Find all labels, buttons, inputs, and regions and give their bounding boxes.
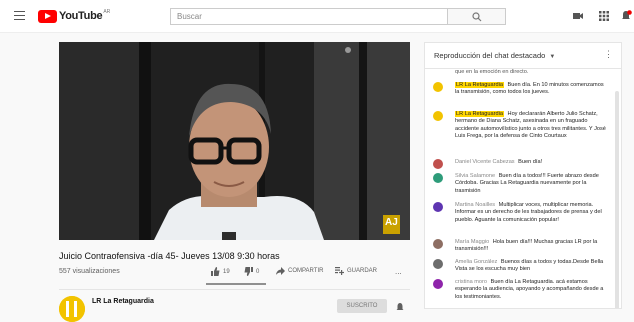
view-count: 557 visualizaciones	[59, 268, 120, 275]
logo-text: YouTube	[59, 10, 103, 22]
youtube-logo[interactable]: YouTube AR	[38, 9, 110, 23]
top-bar: YouTube AR Buscar	[0, 0, 634, 33]
more-actions-button[interactable]: ...	[395, 267, 402, 276]
menu-icon[interactable]	[14, 11, 25, 20]
chat-message: María Maggio Hola buen día!!! Muchas gra…	[433, 239, 609, 254]
chat-author-avatar	[433, 82, 443, 92]
video-player[interactable]: AJ	[59, 42, 410, 240]
chat-message: que en la emoción en directo.	[433, 69, 609, 76]
channel-logo-icon	[59, 296, 85, 322]
chat-author-avatar	[433, 202, 443, 212]
chat-message: Martina Noailles Multiplicar voces, mult…	[433, 202, 609, 224]
chat-message: LR La Retaguardia Hoy declararán Alberto…	[433, 111, 609, 141]
search-input[interactable]: Buscar	[170, 8, 448, 25]
chat-author-name: LR La Retaguardia	[455, 111, 504, 117]
notification-bell-icon[interactable]	[395, 302, 405, 312]
chat-author-name: Silvia Salamone	[455, 173, 496, 179]
youtube-play-icon	[38, 9, 57, 23]
chat-author-avatar	[433, 279, 443, 289]
chat-message: Amelia González Buenos días a todos y to…	[433, 259, 609, 274]
chat-header-title: Reproducción del chat destacado	[434, 51, 546, 60]
chat-author-name: cristina moro	[455, 279, 488, 285]
notifications-bell-icon[interactable]	[620, 10, 632, 22]
dropdown-caret-icon: ▼	[549, 54, 556, 60]
chat-author-avatar	[433, 111, 443, 121]
chat-author-name: Martina Noailles	[455, 202, 496, 208]
chat-message: LR La Retaguardia Buen día. En 10 minuto…	[433, 82, 609, 97]
like-ratio-fill	[206, 283, 266, 285]
search-button[interactable]	[448, 8, 506, 25]
chat-message: cristina moro Buen día La Retaguardia. a…	[433, 279, 609, 301]
chat-author-avatar	[433, 239, 443, 249]
chat-scrollbar[interactable]	[615, 91, 619, 308]
live-chat-panel: Reproducción del chat destacado ▼ ⋮ que …	[424, 42, 622, 309]
chat-author-avatar	[433, 259, 443, 269]
thumbs-up-icon	[211, 267, 220, 276]
chat-message: Daniel Vicente Cabezas Buen día!	[433, 159, 609, 169]
logo-country: AR	[103, 9, 111, 15]
search-icon	[472, 12, 482, 22]
channel-avatar[interactable]	[59, 296, 85, 322]
video-title: Juicio Contraofensiva -día 45- Jueves 13…	[59, 251, 280, 261]
save-label: GUARDAR	[347, 268, 378, 274]
subscribe-button[interactable]: SUSCRITO	[337, 299, 387, 313]
create-video-icon[interactable]	[572, 10, 584, 22]
chat-author-name: María Maggio	[455, 239, 490, 245]
like-count: 19	[223, 268, 230, 275]
chat-author-avatar	[433, 173, 443, 183]
channel-name[interactable]: LR La Retaguardia	[92, 298, 154, 305]
dislike-button[interactable]: 0	[244, 267, 259, 276]
share-icon	[276, 267, 285, 275]
thumbs-down-icon	[244, 267, 253, 276]
divider	[59, 289, 410, 290]
video-watermark: AJ	[385, 217, 398, 228]
chat-author-name: LR La Retaguardia	[455, 82, 504, 88]
chat-message-list: que en la emoción en directo. LR La Reta…	[425, 69, 615, 308]
dislike-count: 0	[256, 268, 260, 275]
chat-header: Reproducción del chat destacado ▼ ⋮	[425, 43, 621, 69]
chat-message: Silvia Salamone Buen día a todos!!! Fuer…	[433, 173, 609, 195]
chat-author-name: Amelia González	[455, 259, 498, 265]
like-button[interactable]: 19	[211, 267, 230, 276]
save-button[interactable]: GUARDAR	[335, 267, 377, 275]
chat-mode-dropdown[interactable]: Reproducción del chat destacado ▼	[434, 51, 555, 60]
apps-grid-icon[interactable]	[598, 10, 610, 22]
share-label: COMPARTIR	[288, 268, 324, 274]
like-ratio-bar	[206, 283, 266, 285]
chat-author-name: Daniel Vicente Cabezas	[455, 159, 515, 165]
chat-author-avatar	[433, 159, 443, 169]
playlist-add-icon	[335, 267, 344, 275]
video-frame	[59, 42, 410, 240]
chat-options-icon[interactable]: ⋮	[604, 49, 613, 60]
chat-message-text: Buen día!	[518, 159, 543, 165]
chat-message-text: que en la emoción en directo.	[455, 69, 529, 75]
share-button[interactable]: COMPARTIR	[276, 267, 323, 275]
